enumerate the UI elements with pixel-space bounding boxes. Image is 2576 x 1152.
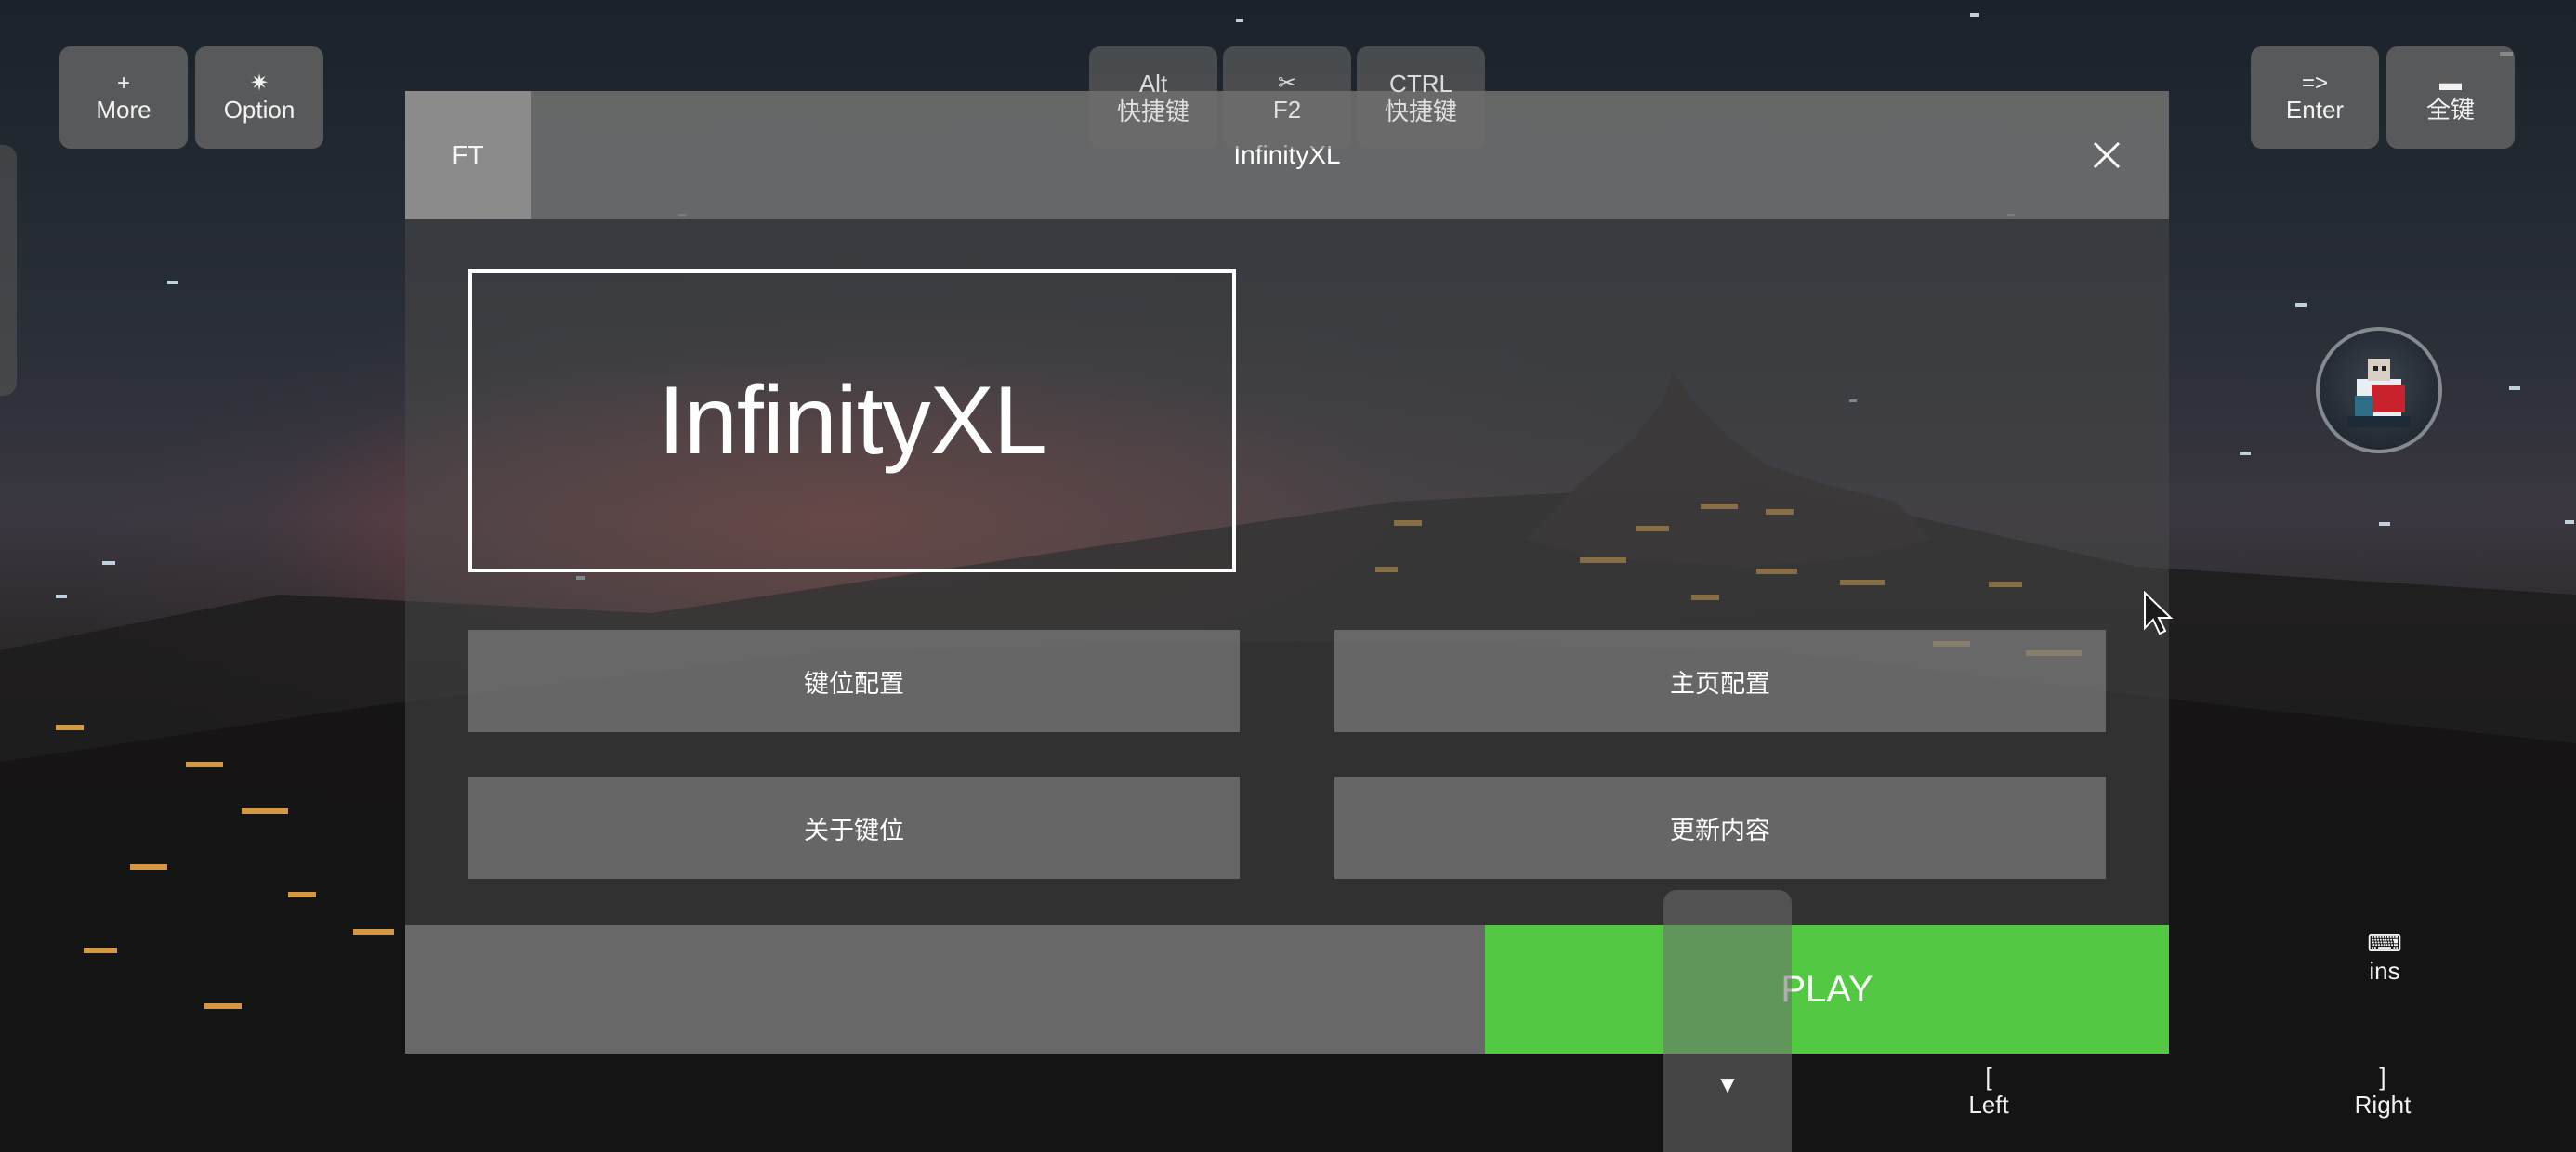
f2-label: F2 xyxy=(1272,96,1302,124)
collapse-handle[interactable]: ▼ xyxy=(1663,890,1792,1152)
right-label: Right xyxy=(2354,1091,2412,1119)
left-key[interactable]: [ Left xyxy=(1942,1057,2035,1124)
play-button[interactable]: PLAY xyxy=(1485,925,2169,1054)
close-icon xyxy=(2093,141,2121,169)
key-config-button[interactable]: 键位配置 xyxy=(468,630,1240,732)
more-key[interactable]: + More xyxy=(59,46,188,149)
sparkle-icon: ✷ xyxy=(249,71,269,96)
more-label: More xyxy=(96,96,151,124)
avatar-icon xyxy=(2347,359,2411,427)
player-avatar[interactable] xyxy=(2316,327,2442,453)
bottom-bar xyxy=(405,925,1485,1054)
ins-label: ins xyxy=(2369,957,2400,985)
side-drawer-handle[interactable] xyxy=(0,145,17,396)
option-label: Option xyxy=(223,96,296,124)
mouse-cursor-icon xyxy=(2143,590,2175,640)
f2-key[interactable]: ✂ F2 xyxy=(1223,46,1351,149)
left-label: Left xyxy=(1968,1091,2009,1119)
ft-tab[interactable]: FT xyxy=(405,91,531,219)
ctrl-shortcut-key[interactable]: CTRL 快捷键 xyxy=(1357,46,1485,149)
triangle-down-icon: ▼ xyxy=(1715,1070,1740,1098)
keyboard-bar-icon: ▬ xyxy=(2439,71,2462,96)
arrow-right-icon: => xyxy=(2301,71,2329,96)
enter-label: Enter xyxy=(2285,96,2345,124)
left-bracket-label: [ xyxy=(1985,1063,1992,1091)
full-keyboard-label: 全键 xyxy=(2425,96,2475,124)
alt-shortcut-label: 快捷键 xyxy=(1116,98,1189,125)
logo-banner: InfinityXL xyxy=(468,269,1236,572)
about-keys-button[interactable]: 关于键位 xyxy=(468,777,1240,879)
main-menu-dialog: FT InfinityXL InfinityXL 键位配置 主页配置 关于键位 … xyxy=(405,91,2169,1054)
option-key[interactable]: ✷ Option xyxy=(195,46,323,149)
right-bracket-label: ] xyxy=(2379,1063,2386,1091)
scissors-icon: ✂ xyxy=(1277,71,1297,96)
ctrl-shortcut-label: 快捷键 xyxy=(1384,98,1457,125)
ctrl-label: CTRL xyxy=(1389,70,1452,98)
keyboard-icon: ⌨ xyxy=(2367,929,2402,957)
alt-label: Alt xyxy=(1138,70,1168,98)
plus-icon: + xyxy=(116,71,130,96)
alt-shortcut-key[interactable]: Alt 快捷键 xyxy=(1089,46,1217,149)
right-key[interactable]: ] Right xyxy=(2336,1057,2429,1124)
enter-key[interactable]: => Enter xyxy=(2251,46,2379,149)
full-keyboard-key[interactable]: ▬ 全键 xyxy=(2386,46,2515,149)
update-content-button[interactable]: 更新内容 xyxy=(1334,777,2106,879)
ins-key[interactable]: ⌨ ins xyxy=(2338,923,2431,990)
close-button[interactable] xyxy=(2082,130,2132,180)
home-config-button[interactable]: 主页配置 xyxy=(1334,630,2106,732)
